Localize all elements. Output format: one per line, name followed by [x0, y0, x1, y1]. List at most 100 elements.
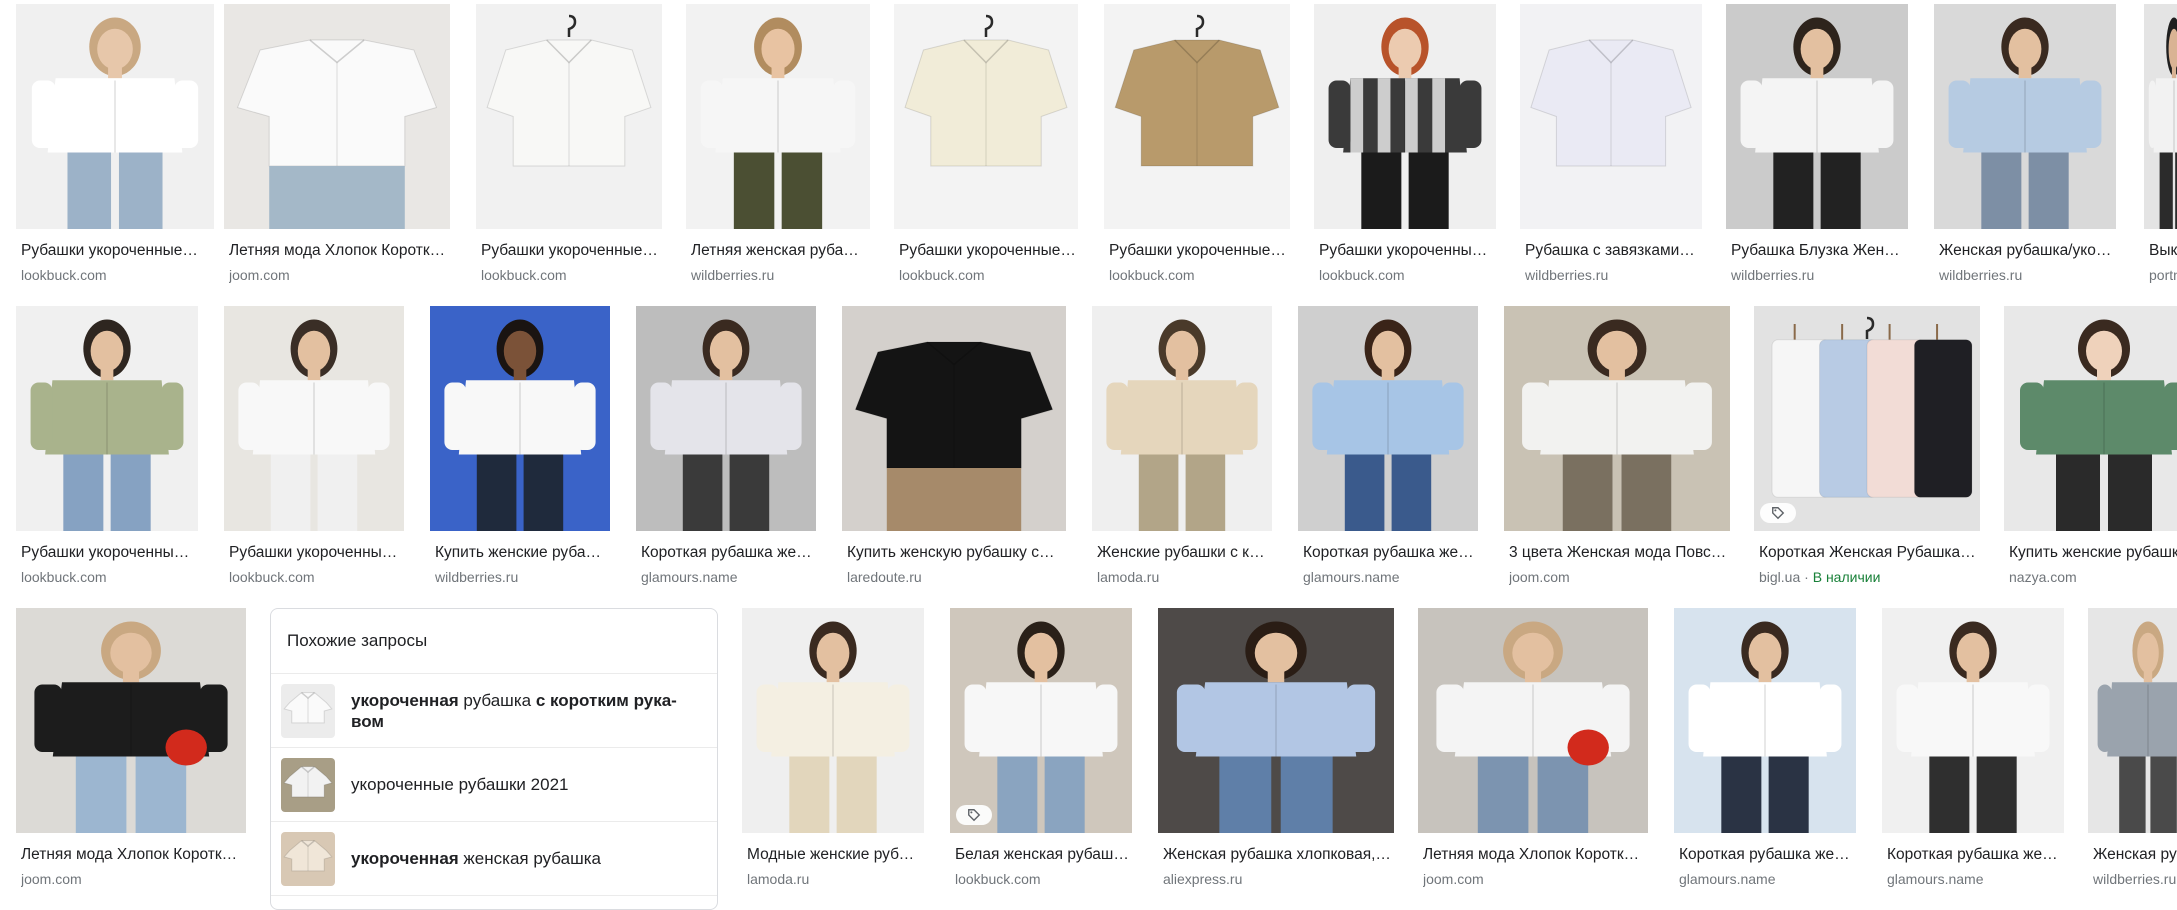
result-title[interactable]: Рубашки укороченные…	[1319, 241, 1494, 261]
image-result-tile[interactable]: Рубашки укороченные… lookbuck.com	[224, 306, 404, 596]
result-title[interactable]: Женская рубашка/укороченная…	[1939, 241, 2114, 261]
result-thumbnail[interactable]	[950, 608, 1132, 833]
image-result-tile[interactable]: Короткая рубашка женская… glamours.name	[1298, 306, 1478, 596]
result-thumbnail[interactable]	[742, 608, 924, 833]
result-thumbnail[interactable]	[1882, 608, 2064, 833]
image-result-tile[interactable]: Купить женские рубашки… wildberries.ru	[430, 306, 610, 596]
result-title[interactable]: Летняя мода Хлопок Короткий…	[21, 845, 244, 865]
result-thumbnail[interactable]	[1298, 306, 1478, 531]
result-thumbnail[interactable]	[1158, 608, 1394, 833]
image-result-tile[interactable]: 3 цвета Женская мода Повседневная… joom.c…	[1504, 306, 1730, 596]
result-thumbnail[interactable]	[224, 4, 450, 229]
result-thumbnail[interactable]	[476, 4, 662, 229]
image-result-tile[interactable]: Рубашки укороченные… lookbuck.com	[1314, 4, 1496, 294]
result-thumbnail[interactable]	[686, 4, 870, 229]
result-title[interactable]: Женская рубашка…	[2093, 845, 2177, 865]
result-title[interactable]: Рубашки укороченные…	[481, 241, 660, 261]
result-title[interactable]: Рубашки укороченные…	[1109, 241, 1288, 261]
result-title[interactable]: Белая женская рубашка…	[955, 845, 1130, 865]
result-thumbnail[interactable]	[16, 306, 198, 531]
result-thumbnail[interactable]	[2004, 306, 2177, 531]
result-source-domain: wildberries.ru	[1939, 267, 2023, 283]
image-result-tile[interactable]: Короткая Женская Рубашка… bigl.ua · В нал…	[1754, 306, 1980, 596]
result-title[interactable]: Летняя мода Хлопок Короткий…	[229, 241, 448, 261]
result-title[interactable]: Короткая рубашка женская…	[641, 543, 814, 563]
result-title[interactable]: Короткая рубашка женская…	[1303, 543, 1476, 563]
result-source-domain: lookbuck.com	[21, 569, 107, 585]
result-title[interactable]: Выкройка…	[2149, 241, 2177, 261]
image-result-tile[interactable]: Летняя женская рубашка… wildberries.ru	[686, 4, 870, 294]
result-title[interactable]: Летняя мода Хлопок Короткий…	[1423, 845, 1646, 865]
price-tag-icon	[956, 805, 992, 825]
result-title[interactable]: Купить женские рубашки…	[2009, 543, 2177, 563]
related-search-item[interactable]: укороченные рубашки 2021	[271, 748, 717, 822]
thumbnail-image	[1520, 4, 1702, 229]
result-thumbnail[interactable]	[224, 306, 404, 531]
result-thumbnail[interactable]	[2144, 4, 2177, 229]
result-thumbnail[interactable]	[1754, 306, 1980, 531]
result-source: glamours.name	[1303, 568, 1476, 586]
result-title[interactable]: Купить женские рубашки…	[435, 543, 608, 563]
image-result-tile[interactable]: Короткая рубашка женская… glamours.name	[1882, 608, 2064, 898]
image-result-tile[interactable]: Женская рубашка… wildberries.ru	[2088, 608, 2177, 898]
image-result-tile[interactable]: Рубашка с завязками… wildberries.ru	[1520, 4, 1702, 294]
result-thumbnail[interactable]	[16, 4, 214, 229]
image-result-tile[interactable]: Короткая рубашка женская… glamours.name	[636, 306, 816, 596]
related-search-thumbnail	[281, 831, 335, 886]
image-result-tile[interactable]: Рубашки укороченные… lookbuck.com	[16, 4, 214, 294]
result-thumbnail[interactable]	[1520, 4, 1702, 229]
result-title[interactable]: Рубашки укороченные…	[21, 241, 212, 261]
result-thumbnail[interactable]	[1092, 306, 1272, 531]
result-thumbnail[interactable]	[1314, 4, 1496, 229]
related-search-item[interactable]: укороченная рубашка с коротким рука-вом	[271, 674, 717, 748]
image-result-tile[interactable]: Летняя мода Хлопок Короткий… joom.com	[224, 4, 450, 294]
result-title[interactable]: Рубашка с завязками…	[1525, 241, 1700, 261]
result-title[interactable]: Короткая Женская Рубашка…	[1759, 543, 1978, 563]
result-thumbnail[interactable]	[636, 306, 816, 531]
result-title[interactable]: Модные женские рубашки…	[747, 845, 922, 865]
result-thumbnail[interactable]	[894, 4, 1078, 229]
image-result-tile[interactable]: Белая женская рубашка… lookbuck.com	[950, 608, 1132, 898]
result-thumbnail[interactable]	[430, 306, 610, 531]
related-search-item[interactable]: укороченная женская рубашка	[271, 822, 717, 896]
result-source-domain: lookbuck.com	[899, 267, 985, 283]
result-title[interactable]: Рубашка Блузка Женская…	[1731, 241, 1906, 261]
image-result-tile[interactable]: Женские рубашки с коротким… lamoda.ru	[1092, 306, 1272, 596]
image-result-tile[interactable]: Рубашки укороченные… lookbuck.com	[894, 4, 1078, 294]
related-search-term-bold: с коротким рука-	[535, 690, 677, 710]
result-thumbnail[interactable]	[2088, 608, 2177, 833]
thumbnail-image	[430, 306, 610, 531]
image-result-tile[interactable]: Рубашка Блузка Женская… wildberries.ru	[1726, 4, 1908, 294]
result-thumbnail[interactable]	[1504, 306, 1730, 531]
result-title[interactable]: Летняя женская рубашка…	[691, 241, 868, 261]
result-title[interactable]: Купить женскую рубашку с…	[847, 543, 1064, 563]
thumbnail-image	[1882, 608, 2064, 833]
image-result-tile[interactable]: Короткая рубашка женская… glamours.name	[1674, 608, 1856, 898]
image-result-tile[interactable]: Рубашки укороченные… lookbuck.com	[476, 4, 662, 294]
result-title[interactable]: Рубашки укороченные…	[229, 543, 402, 563]
result-title[interactable]: Женские рубашки с коротким…	[1097, 543, 1270, 563]
image-result-tile[interactable]: Женская рубашка хлопковая,… aliexpress.ru	[1158, 608, 1394, 898]
result-title[interactable]: Рубашки укороченные…	[899, 241, 1076, 261]
result-title[interactable]: Женская рубашка хлопковая,…	[1163, 845, 1392, 865]
image-result-tile[interactable]: Летняя мода Хлопок Короткий… joom.com	[1418, 608, 1648, 898]
image-result-tile[interactable]: Купить женские рубашки… nazya.com	[2004, 306, 2177, 596]
image-result-tile[interactable]: Женская рубашка/укороченная… wildberries.…	[1934, 4, 2116, 294]
result-thumbnail[interactable]	[1418, 608, 1648, 833]
result-thumbnail[interactable]	[842, 306, 1066, 531]
result-thumbnail[interactable]	[1104, 4, 1290, 229]
image-result-tile[interactable]: Рубашки укороченные… lookbuck.com	[1104, 4, 1290, 294]
result-thumbnail[interactable]	[1674, 608, 1856, 833]
result-title[interactable]: Короткая рубашка женская…	[1679, 845, 1854, 865]
image-result-tile[interactable]: Модные женские рубашки… lamoda.ru	[742, 608, 924, 898]
result-title[interactable]: Рубашки укороченные…	[21, 543, 196, 563]
result-thumbnail[interactable]	[16, 608, 246, 833]
result-title[interactable]: 3 цвета Женская мода Повседневная…	[1509, 543, 1728, 563]
image-result-tile[interactable]: Выкройка… portnoff.ru	[2144, 4, 2177, 294]
image-result-tile[interactable]: Купить женскую рубашку с… laredoute.ru	[842, 306, 1066, 596]
result-thumbnail[interactable]	[1726, 4, 1908, 229]
result-title[interactable]: Короткая рубашка женская…	[1887, 845, 2062, 865]
image-result-tile[interactable]: Рубашки укороченные… lookbuck.com	[16, 306, 198, 596]
result-thumbnail[interactable]	[1934, 4, 2116, 229]
image-result-tile[interactable]: Летняя мода Хлопок Короткий… joom.com	[16, 608, 246, 898]
